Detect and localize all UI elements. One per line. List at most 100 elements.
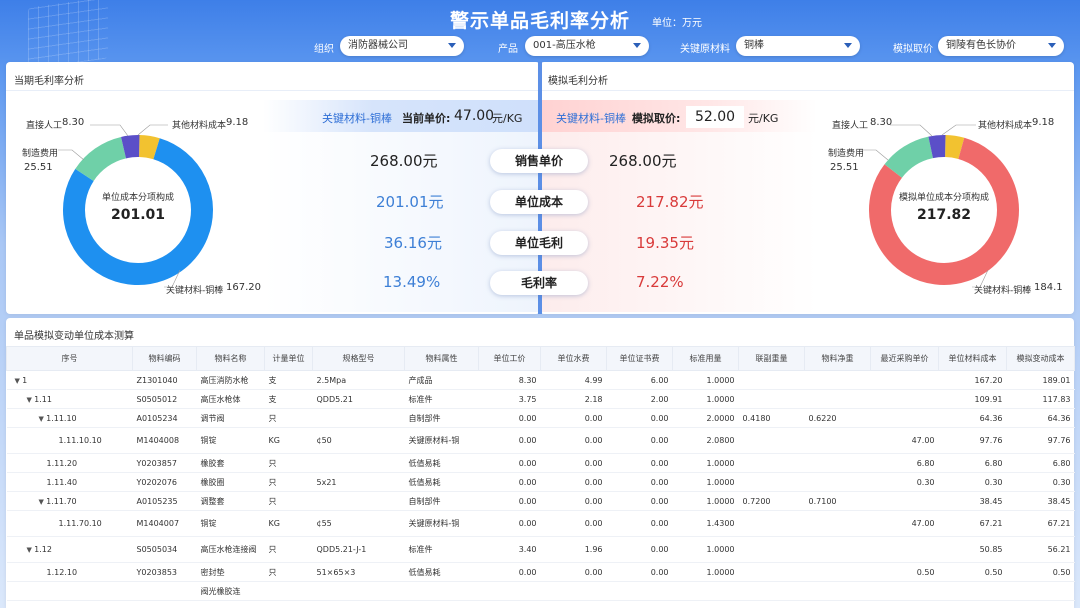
table-row[interactable]: 阀光橡胶连: [6, 581, 1075, 601]
table-cell: [312, 408, 405, 428]
product-select-value: 001-高压水枪: [533, 40, 596, 51]
expand-caret-icon[interactable]: ▼: [27, 396, 35, 404]
table-cell: [404, 581, 479, 601]
table-row[interactable]: 1.11.20 Y0203857 橡胶套只低值易耗 0.00 0.00 0.00 1.000…: [6, 453, 1075, 473]
table-cell: [870, 408, 939, 428]
table-cell: [804, 562, 871, 582]
table-cell: [804, 472, 871, 492]
current-key-material: 关键材料-铜棒: [322, 112, 392, 125]
expand-caret-icon[interactable]: ▼: [15, 377, 23, 385]
tree-cell: [6, 581, 133, 601]
table-cell: 低值易耗: [404, 472, 479, 492]
table-cell: [738, 562, 805, 582]
table-cell: 1.0000: [672, 536, 739, 563]
table-row[interactable]: ▼ 1.12 S0505034 高压水枪连接阀只 QDD5.21-J-1 标准件 3.40…: [6, 536, 1075, 563]
row-number: 1.11.10.10: [58, 435, 102, 445]
table-cell: Y0203857: [132, 453, 197, 473]
tree-cell: 1.11.40: [6, 472, 133, 492]
table-cell: 0.00: [606, 472, 673, 492]
table-cell: QDD5.21-J-1: [312, 536, 405, 563]
table-cell: 自制部件: [404, 408, 479, 428]
table-cell: 1.96: [540, 536, 607, 563]
table-cell: 1.0000: [672, 472, 739, 492]
table-cell: [804, 389, 871, 409]
column-header: 单位工价: [478, 346, 541, 371]
table-cell: [264, 581, 313, 601]
table-cell: 56.21: [1006, 536, 1075, 563]
table-cell: 0.00: [540, 453, 607, 473]
table-cell: KG: [264, 510, 313, 537]
table-cell: 低值易耗: [404, 562, 479, 582]
simulated-price-input[interactable]: 52.00: [686, 106, 744, 128]
tree-cell: ▼ 1: [6, 370, 133, 390]
table-cell: ¢55: [312, 510, 405, 537]
expand-caret-icon[interactable]: ▼: [39, 498, 47, 506]
tree-cell: 1.11.20: [6, 453, 133, 473]
row-number: 1.11.70: [46, 496, 77, 506]
table-cell: [804, 370, 871, 390]
table-cell: 1.0000: [672, 389, 739, 409]
table-row[interactable]: 1.11.40 Y0202076 橡胶圈只 5x21 低值易耗 0.00 0.00 0.00 1…: [6, 472, 1075, 492]
table-cell: S0505034: [132, 536, 197, 563]
table-cell: 6.00: [606, 370, 673, 390]
table-cell: 38.45: [1006, 491, 1075, 511]
table-cell: 4.99: [540, 370, 607, 390]
table-cell: 橡胶圈: [196, 472, 265, 492]
table-cell: [312, 581, 405, 601]
expand-caret-icon[interactable]: ▼: [39, 415, 47, 423]
table-cell: [132, 581, 197, 601]
table-cell: QDD5.21: [312, 389, 405, 409]
product-select[interactable]: 001-高压水枪: [525, 36, 649, 56]
metric-unit-margin-pill: 单位毛利: [490, 231, 588, 255]
table-cell: 1.0000: [672, 370, 739, 390]
row-number: 1.11.70.10: [58, 518, 102, 528]
table-cell: 0.00: [478, 510, 541, 537]
simulated-leader-lines: [860, 124, 989, 288]
table-cell: A0105234: [132, 408, 197, 428]
table-cell: 51×65×3: [312, 562, 405, 582]
current-price-unit: 元/KG: [492, 112, 523, 125]
chevron-down-icon: [633, 43, 641, 48]
table-cell: 只: [264, 472, 313, 492]
row-number: 1: [22, 375, 28, 385]
table-cell: 97.76: [938, 427, 1007, 454]
table-cell: [1006, 581, 1075, 601]
table-row[interactable]: ▼ 1.11 S0505012 高压水枪体支 QDD5.21 标准件 3.75 2.18 2.…: [6, 389, 1075, 409]
simulated-unit-cost: 217.82元: [636, 193, 704, 211]
table-row[interactable]: 1.11.10.10 M1404008 铜锭 KG ¢50 关键原材料-铜 0.00 0.00…: [6, 427, 1075, 454]
table-cell: 47.00: [870, 510, 939, 537]
table-cell: 0.7100: [804, 491, 871, 511]
table-cell: 38.45: [938, 491, 1007, 511]
tree-cell: 1.12.10: [6, 562, 133, 582]
column-header: 单位水费: [540, 346, 607, 371]
tree-cell: ▼ 1.11.70: [6, 491, 133, 511]
table-row[interactable]: ▼ 1.11.70 A0105235 调整套只自制部件 0.00 0.00 0.00 1.0…: [6, 491, 1075, 511]
table-cell: 0.00: [478, 427, 541, 454]
table-cell: [738, 472, 805, 492]
column-header: 序号: [6, 346, 133, 371]
table-row[interactable]: ▼ 1.11.10 A0105234 调节阀只自制部件 0.00 0.00 0.00 2.0…: [6, 408, 1075, 428]
current-unit-margin: 36.16元: [384, 234, 442, 252]
table-row[interactable]: ▼ 1 Z1301040 高压消防水枪支 2.5Mpa 产成品 8.30 4.99 6.00 1…: [6, 370, 1075, 390]
table-cell: 0.00: [478, 408, 541, 428]
expand-caret-icon[interactable]: ▼: [27, 546, 35, 554]
table-cell: 2.0000: [672, 408, 739, 428]
table-cell: 调整套: [196, 491, 265, 511]
table-cell: 标准件: [404, 536, 479, 563]
table-cell: 6.80: [870, 453, 939, 473]
table-cell: 支: [264, 370, 313, 390]
table-cell: 3.75: [478, 389, 541, 409]
table-cell: 1.0000: [672, 453, 739, 473]
table-cell: 低值易耗: [404, 453, 479, 473]
table-cell: [478, 581, 541, 601]
table-cell: 0.00: [478, 491, 541, 511]
table-cell: 0.30: [1006, 472, 1075, 492]
table-cell: 47.00: [870, 427, 939, 454]
table-row[interactable]: 1.11.70.10 M1404007 铜锭 KG ¢55 关键原材料-铜 0.00 0.00…: [6, 510, 1075, 537]
table-row[interactable]: 1.12.10 Y0203853 密封垫只 51×65×3 低值易耗 0.00 0.00 0.…: [6, 562, 1075, 582]
table-cell: 0.00: [478, 453, 541, 473]
table-cell: 高压水枪体: [196, 389, 265, 409]
table-cell: S0505012: [132, 389, 197, 409]
table-cell: 调节阀: [196, 408, 265, 428]
simulated-margin-rate: 7.22%: [636, 273, 684, 291]
